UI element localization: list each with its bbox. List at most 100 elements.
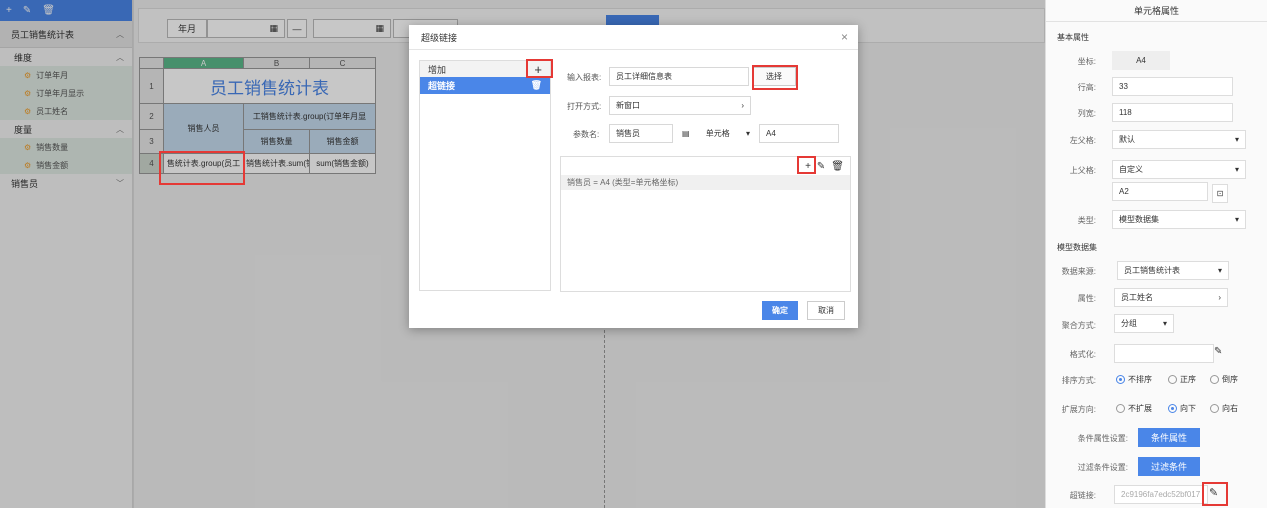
type-value: 模型数据集 [1119, 215, 1159, 224]
condition-row[interactable]: 销售员 = A4 (类型=单元格坐标) [561, 175, 850, 190]
filter-cond-label: 过滤条件设置: [1077, 463, 1128, 472]
cell-properties-panel: 单元格属性 基本属性 坐标: A4 行高: 33 列宽: 118 左父格: 默认… [1045, 0, 1267, 508]
trash-icon[interactable]: 🗑 [831, 161, 844, 172]
agg-value: 分组 [1121, 319, 1137, 328]
radio-icon [1168, 375, 1177, 384]
attr-value: 员工姓名 [1121, 293, 1153, 302]
section-basic: 基本属性 [1057, 33, 1089, 42]
expand-label: 扩展方向: [1061, 405, 1096, 414]
panel-title: 单元格属性 [1046, 0, 1267, 22]
type-select[interactable]: 模型数据集 ▾ [1112, 210, 1246, 229]
radio-icon [1116, 404, 1125, 413]
source-select[interactable]: 员工销售统计表 ▾ [1117, 261, 1229, 280]
chevron-down-icon: ▾ [1162, 319, 1167, 328]
format-label: 格式化: [1069, 350, 1096, 359]
hyperlink-dialog: 超级链接 × 增加 + 超链接 🗑 输入报表: 员工详细信息表 选择 打开方式:… [409, 25, 858, 328]
hyperlink-value: 2c9196fa7edc52bf017 [1114, 485, 1208, 504]
sort-radio-none[interactable]: 不排序 [1116, 374, 1152, 385]
pick-cell-icon[interactable]: ⊡ [1212, 184, 1228, 203]
report-input[interactable]: 员工详细信息表 [609, 67, 749, 86]
expand-radio-none[interactable]: 不扩展 [1116, 403, 1152, 414]
param-name-value: 销售员 [616, 129, 640, 138]
cond-attr-label: 条件属性设置: [1077, 434, 1128, 443]
agg-label: 聚合方式: [1061, 321, 1096, 330]
radio-icon [1116, 375, 1125, 384]
open-mode-select[interactable]: 新窗口 › [609, 96, 751, 115]
param-label: 参数名: [573, 130, 600, 139]
radio-icon [1210, 404, 1219, 413]
condition-box: + ✎ 🗑 销售员 = A4 (类型=单元格坐标) [560, 156, 851, 292]
link-item-label: 超链接 [428, 81, 456, 91]
attr-label: 属性: [1077, 294, 1096, 303]
dialog-title: 超级链接 [421, 32, 458, 43]
col-width-input[interactable]: 118 [1112, 103, 1233, 122]
param-type-select[interactable]: ▤ 单元格 ▾ [676, 124, 756, 143]
chevron-right-icon: › [741, 101, 744, 110]
sort-radio-asc[interactable]: 正序 [1168, 374, 1196, 385]
radio-label: 不排序 [1128, 375, 1152, 384]
table-icon: ▤ [682, 129, 690, 138]
ok-button[interactable]: 确定 [762, 301, 798, 320]
radio-label: 不扩展 [1128, 404, 1152, 413]
trash-icon[interactable]: 🗑 [531, 80, 542, 91]
top-parent-label: 上父格: [1069, 166, 1096, 175]
coord-label: 坐标: [1077, 57, 1096, 66]
report-value: 员工详细信息表 [616, 72, 672, 81]
link-list-item[interactable]: 超链接 🗑 [420, 77, 550, 94]
radio-label: 向右 [1222, 404, 1238, 413]
chevron-down-icon: ▾ [745, 129, 750, 138]
sort-radio-desc[interactable]: 倒序 [1210, 374, 1238, 385]
source-value: 员工销售统计表 [1124, 266, 1180, 275]
format-input[interactable] [1114, 344, 1214, 363]
attr-select[interactable]: 员工姓名 › [1114, 288, 1228, 307]
edit-icon[interactable]: ✎ [1214, 346, 1222, 357]
type-label: 类型: [1077, 216, 1096, 225]
link-list: 增加 + 超链接 🗑 [419, 60, 551, 291]
expand-radio-right[interactable]: 向右 [1210, 403, 1238, 414]
highlight-box [752, 65, 798, 90]
sort-label: 排序方式: [1061, 376, 1096, 385]
row-height-label: 行高: [1077, 83, 1096, 92]
radio-icon [1168, 404, 1177, 413]
chevron-down-icon: ▾ [1217, 266, 1222, 275]
col-width-label: 列宽: [1077, 109, 1096, 118]
source-label: 数据来源: [1061, 267, 1096, 276]
row-height-input[interactable]: 33 [1112, 77, 1233, 96]
left-parent-select[interactable]: 默认 ▾ [1112, 130, 1246, 149]
expand-radio-down[interactable]: 向下 [1168, 403, 1196, 414]
filter-cond-button[interactable]: 过滤条件 [1138, 457, 1200, 476]
agg-select[interactable]: 分组 ▾ [1114, 314, 1174, 333]
left-parent-label: 左父格: [1069, 136, 1096, 145]
top-parent-value: 自定义 [1119, 165, 1143, 174]
open-mode-value: 新窗口 [616, 101, 640, 110]
cond-attr-button[interactable]: 条件属性 [1138, 428, 1200, 447]
chevron-down-icon: ▾ [1234, 135, 1239, 144]
section-model: 模型数据集 [1057, 243, 1097, 252]
radio-icon [1210, 375, 1219, 384]
chevron-down-icon: ▾ [1234, 215, 1239, 224]
add-label: 增加 [428, 64, 447, 75]
coord-value: A4 [1112, 51, 1170, 70]
open-mode-label: 打开方式: [567, 102, 602, 111]
highlight-box [526, 59, 553, 78]
close-icon[interactable]: × [841, 30, 848, 44]
report-label: 输入报表: [567, 73, 602, 82]
highlight-box [797, 156, 816, 174]
dialog-header: 超级链接 × [409, 25, 858, 50]
top-parent-select[interactable]: 自定义 ▾ [1112, 160, 1246, 179]
param-type-value: 单元格 [705, 129, 730, 138]
top-parent-cell-input[interactable]: A2 [1112, 182, 1208, 201]
radio-label: 正序 [1180, 375, 1196, 384]
highlight-box [159, 151, 245, 185]
radio-label: 倒序 [1222, 375, 1238, 384]
highlight-box [1202, 482, 1228, 506]
param-value-input[interactable]: A4 [759, 124, 839, 143]
radio-label: 向下 [1180, 404, 1196, 413]
chevron-right-icon: › [1218, 293, 1221, 302]
param-name-input[interactable]: 销售员 [609, 124, 673, 143]
cancel-button[interactable]: 取消 [807, 301, 845, 320]
hyperlink-label: 超链接: [1069, 491, 1096, 500]
left-parent-value: 默认 [1119, 135, 1135, 144]
edit-icon[interactable]: ✎ [817, 161, 825, 172]
param-value: A4 [766, 129, 776, 138]
